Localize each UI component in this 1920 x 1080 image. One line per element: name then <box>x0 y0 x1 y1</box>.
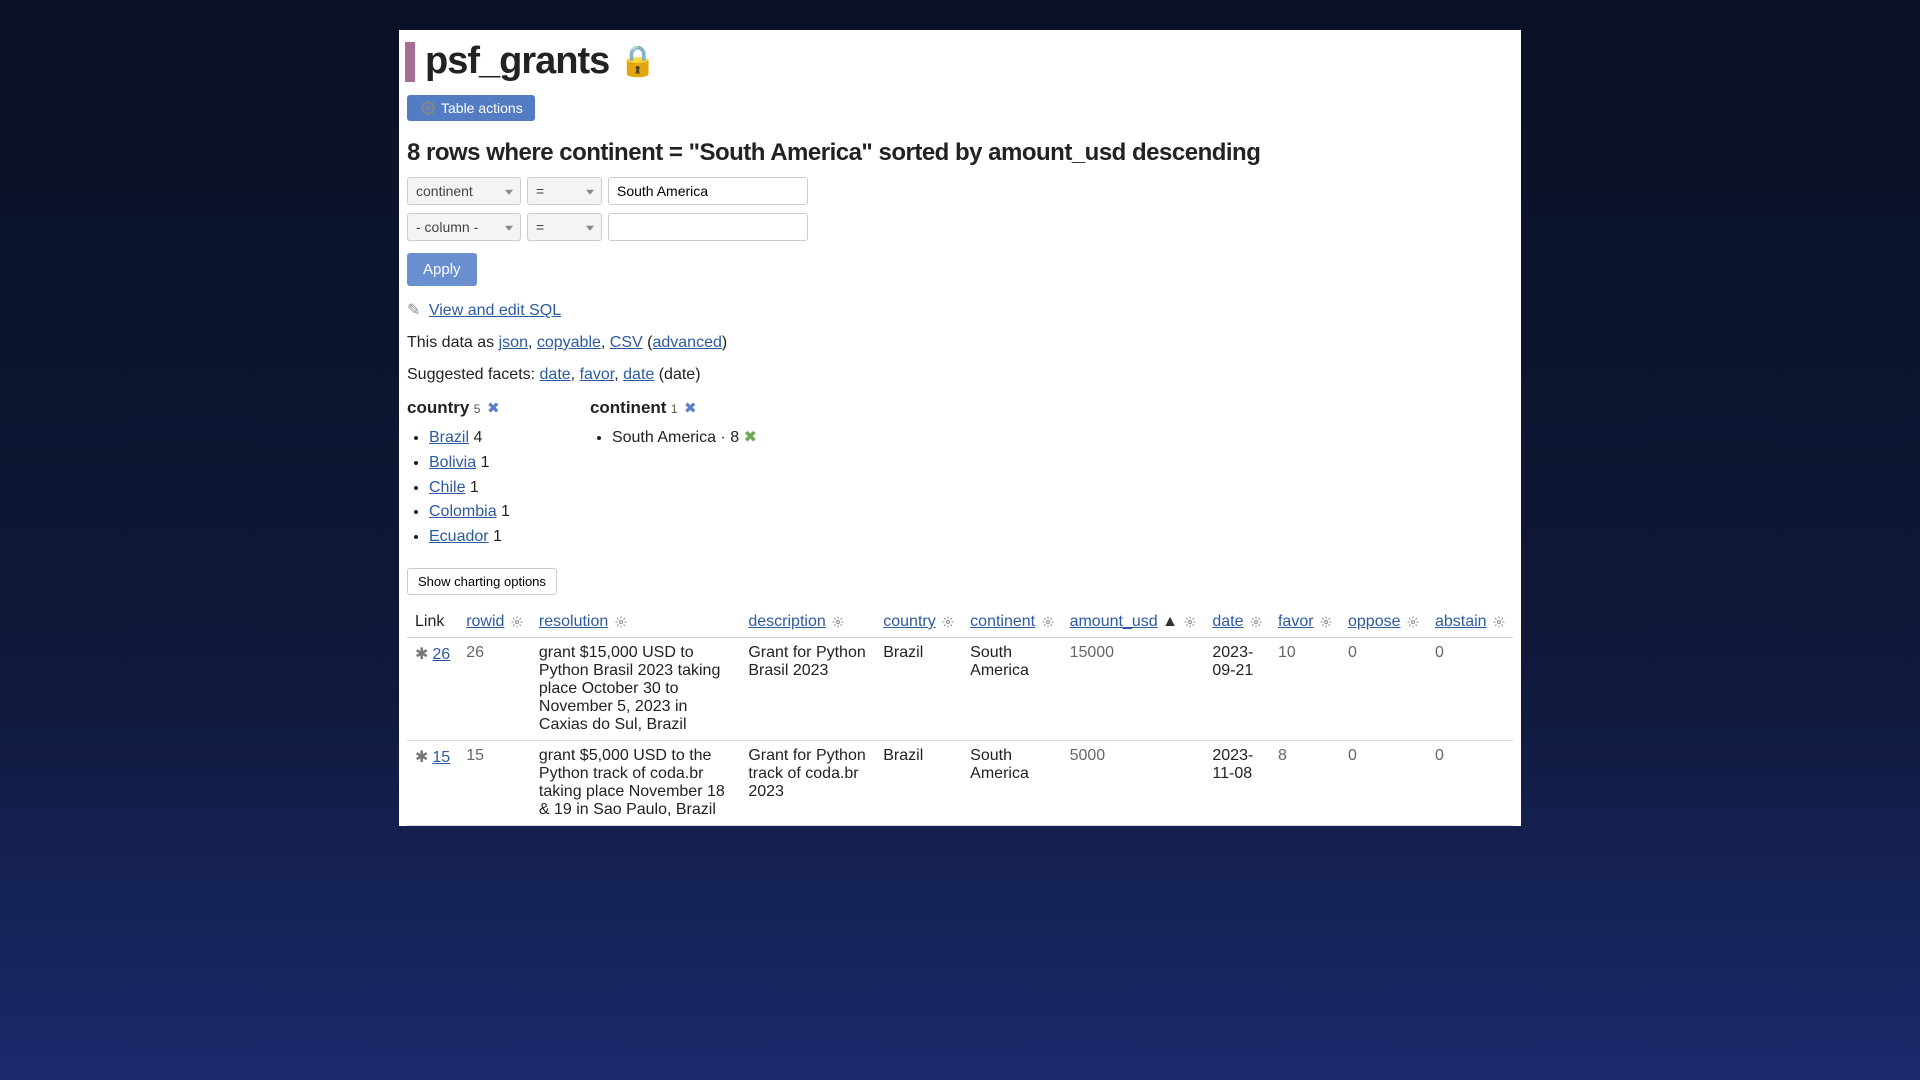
filter-value-input-empty[interactable] <box>608 213 808 241</box>
sort-arrow-icon: ▲ <box>1162 613 1178 630</box>
cell-favor: 8 <box>1270 740 1340 825</box>
page-title: psf_grants 🔒 <box>425 40 656 83</box>
cell-country: Brazil <box>875 637 962 740</box>
gear-icon[interactable] <box>1320 616 1332 628</box>
apply-button[interactable]: Apply <box>407 253 477 286</box>
lock-icon: 🔒 <box>619 44 655 79</box>
facet-item-south-america: South America · 8 ✖ <box>612 426 757 451</box>
cell-amount: 15000 <box>1062 637 1205 740</box>
export-copyable-link[interactable]: copyable <box>537 334 601 351</box>
suggested-facets-line: Suggested facets: date, favor, date (dat… <box>407 366 1513 384</box>
gear-icon[interactable] <box>1250 616 1262 628</box>
cell-country: Brazil <box>875 740 962 825</box>
facet-remove-south-america[interactable]: ✖ <box>744 429 757 446</box>
col-country-sort[interactable]: country <box>883 613 935 630</box>
facet-item-chile: Chile 1 <box>429 476 510 501</box>
cell-abstain: 0 <box>1427 740 1513 825</box>
gear-icon[interactable] <box>615 616 627 628</box>
pencil-icon: ✎ <box>407 302 420 319</box>
filter-row-2: - column - = <box>407 213 1513 241</box>
gear-icon <box>421 101 435 115</box>
cell-resolution: grant $5,000 USD to the Python track of … <box>531 740 740 825</box>
cell-abstain: 0 <box>1427 637 1513 740</box>
cell-amount: 5000 <box>1062 740 1205 825</box>
table-actions-button[interactable]: Table actions <box>407 95 535 121</box>
cell-rowid: 26 <box>458 637 531 740</box>
filter-column-select-empty[interactable]: - column - <box>407 213 521 241</box>
data-table: Link rowid resolution description countr… <box>407 607 1513 826</box>
col-favor-sort[interactable]: favor <box>1278 613 1314 630</box>
cell-date: 2023-11-08 <box>1204 740 1270 825</box>
col-oppose-sort[interactable]: oppose <box>1348 613 1401 630</box>
table-row: ✱26 26 grant $15,000 USD to Python Brasi… <box>407 637 1513 740</box>
facet-country-count: 5 <box>474 402 481 416</box>
table-name: psf_grants <box>425 40 609 83</box>
facet-country-clear[interactable]: ✖ <box>487 400 500 417</box>
facet-item-bolivia: Bolivia 1 <box>429 451 510 476</box>
facet-country-label: country <box>407 398 469 417</box>
facet-link-colombia[interactable]: Colombia <box>429 503 497 520</box>
cell-description: Grant for Python Brasil 2023 <box>740 637 875 740</box>
col-date-sort[interactable]: date <box>1212 613 1243 630</box>
export-line: This data as json, copyable, CSV (advanc… <box>407 334 1513 352</box>
cell-oppose: 0 <box>1340 740 1427 825</box>
facet-suggestion-favor[interactable]: favor <box>580 366 615 383</box>
filter-op-select[interactable]: = <box>527 177 602 205</box>
cell-favor: 10 <box>1270 637 1340 740</box>
show-charting-button[interactable]: Show charting options <box>407 568 557 595</box>
cell-resolution: grant $15,000 USD to Python Brasil 2023 … <box>531 637 740 740</box>
facet-link-chile[interactable]: Chile <box>429 479 465 496</box>
cell-date: 2023-09-21 <box>1204 637 1270 740</box>
facet-item-ecuador: Ecuador 1 <box>429 525 510 550</box>
export-csv-link[interactable]: CSV <box>610 334 643 351</box>
view-edit-sql-link[interactable]: View and edit SQL <box>429 302 561 319</box>
query-summary: 8 rows where continent = "South America"… <box>407 139 1513 167</box>
facet-continent-count: 1 <box>671 402 678 416</box>
facet-link-brazil[interactable]: Brazil <box>429 429 469 446</box>
gear-icon[interactable] <box>832 616 844 628</box>
filter-op-select-empty[interactable]: = <box>527 213 602 241</box>
row-pk-link[interactable]: 26 <box>432 646 450 663</box>
filter-column-select[interactable]: continent <box>407 177 521 205</box>
gear-icon[interactable] <box>1407 616 1419 628</box>
facet-link-bolivia[interactable]: Bolivia <box>429 454 476 471</box>
col-abstain-sort[interactable]: abstain <box>1435 613 1487 630</box>
facet-item-brazil: Brazil 4 <box>429 426 510 451</box>
export-advanced-link[interactable]: advanced <box>652 334 721 351</box>
col-amount-sort[interactable]: amount_usd <box>1070 613 1158 630</box>
sql-link-row: ✎ View and edit SQL <box>407 300 1513 320</box>
table-actions-label: Table actions <box>441 100 523 116</box>
facet-continent: continent 1 ✖ South America · 8 ✖ <box>590 398 757 550</box>
header-accent-bar <box>405 42 415 82</box>
cell-description: Grant for Python track of coda.br 2023 <box>740 740 875 825</box>
facet-item-colombia: Colombia 1 <box>429 500 510 525</box>
gear-icon[interactable] <box>1493 616 1505 628</box>
cell-continent: South America <box>962 637 1061 740</box>
export-json-link[interactable]: json <box>499 334 528 351</box>
col-continent-sort[interactable]: continent <box>970 613 1035 630</box>
row-pk-link[interactable]: 15 <box>432 749 450 766</box>
cell-oppose: 0 <box>1340 637 1427 740</box>
table-row: ✱15 15 grant $5,000 USD to the Python tr… <box>407 740 1513 825</box>
filter-row-1: continent = <box>407 177 1513 205</box>
cell-rowid: 15 <box>458 740 531 825</box>
gear-icon[interactable] <box>511 616 523 628</box>
facet-suggestion-date2[interactable]: date <box>623 366 654 383</box>
facet-continent-label: continent <box>590 398 667 417</box>
col-resolution-sort[interactable]: resolution <box>539 613 608 630</box>
facet-continent-clear[interactable]: ✖ <box>684 400 697 417</box>
row-gear-icon[interactable]: ✱ <box>415 749 428 766</box>
gear-icon[interactable] <box>942 616 954 628</box>
col-rowid-sort[interactable]: rowid <box>466 613 504 630</box>
col-description-sort[interactable]: description <box>748 613 825 630</box>
facet-link-ecuador[interactable]: Ecuador <box>429 528 489 545</box>
facet-country: country 5 ✖ Brazil 4 Bolivia 1 Chile 1 C… <box>407 398 510 550</box>
facet-suggestion-date[interactable]: date <box>540 366 571 383</box>
filter-value-input[interactable] <box>608 177 808 205</box>
gear-icon[interactable] <box>1042 616 1054 628</box>
cell-continent: South America <box>962 740 1061 825</box>
gear-icon[interactable] <box>1184 616 1196 628</box>
row-gear-icon[interactable]: ✱ <box>415 646 428 663</box>
col-link: Link <box>407 607 458 638</box>
